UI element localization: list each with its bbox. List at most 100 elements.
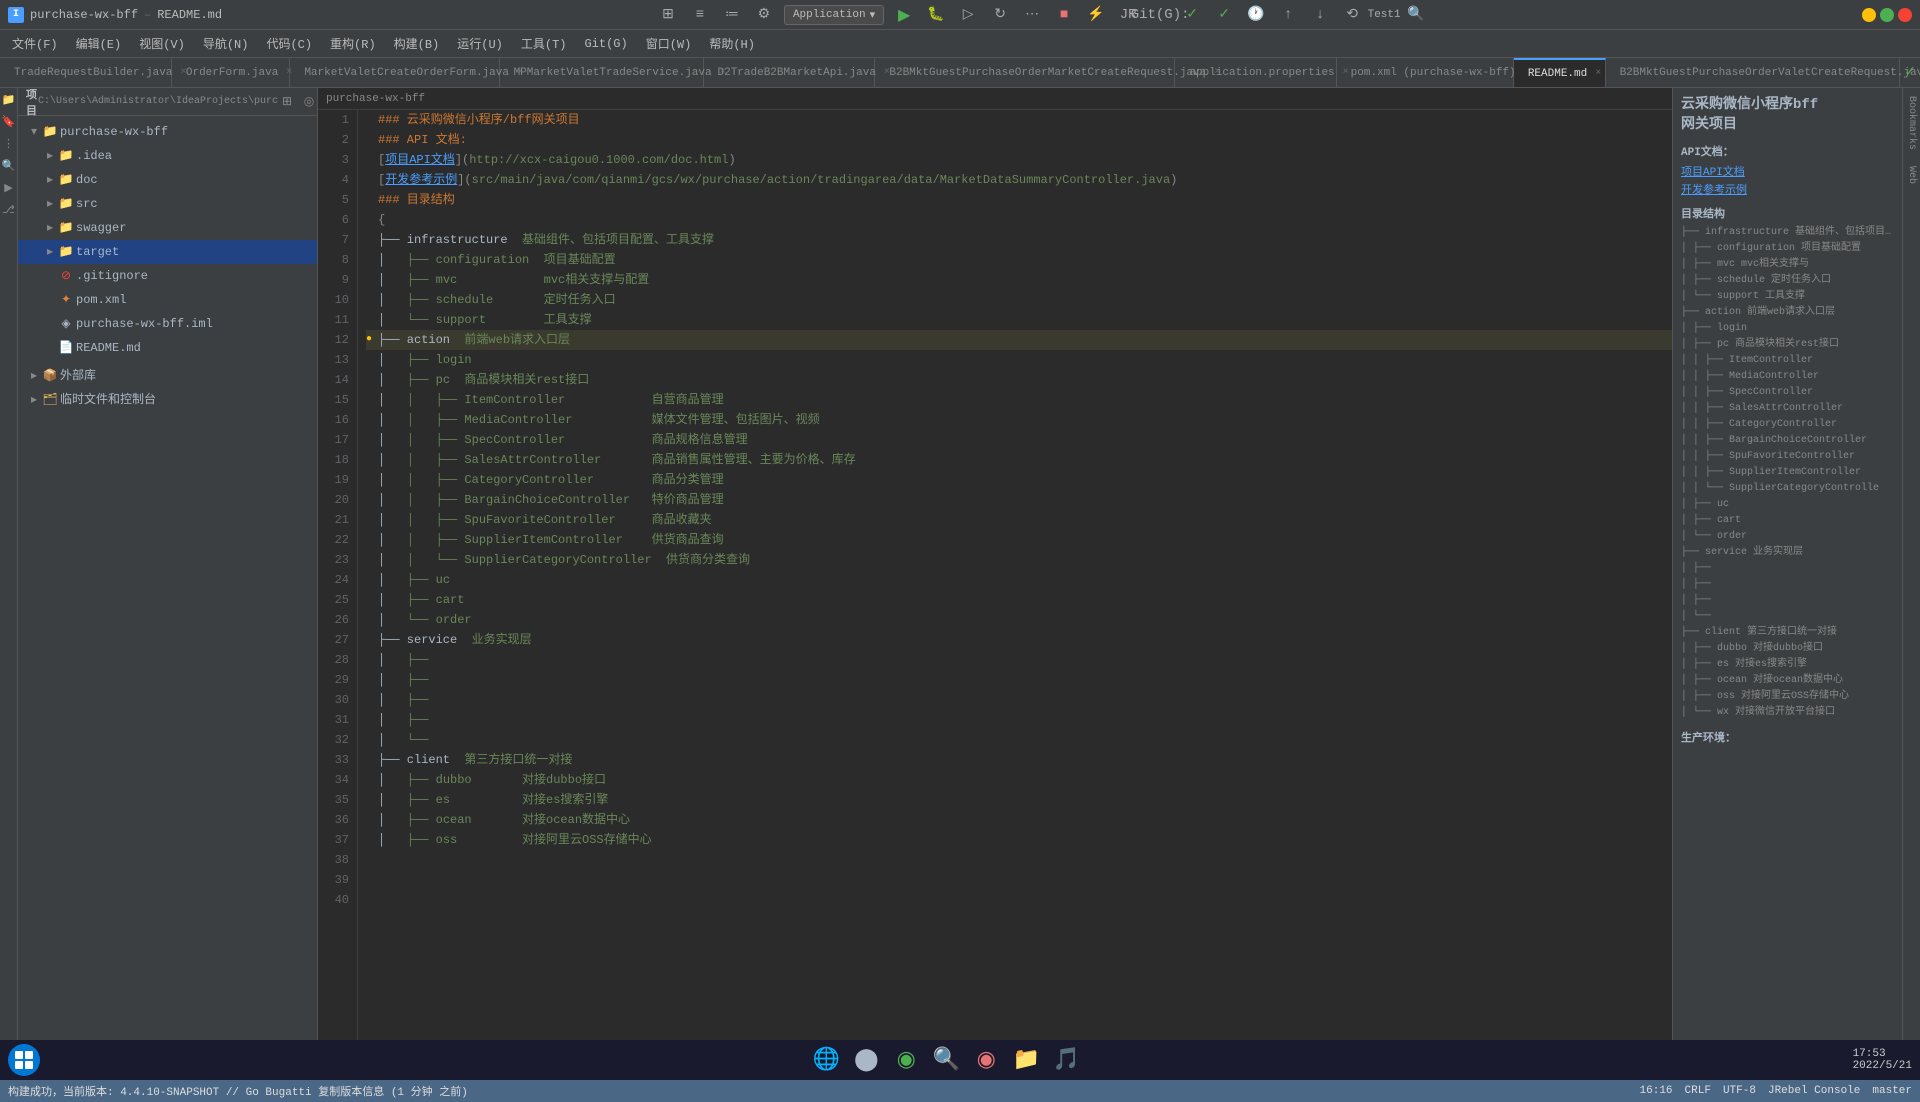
right-link-example[interactable]: 开发参考示例 — [1681, 181, 1894, 197]
right-tree-line-11: │ │ ├── SalesAttrController — [1681, 401, 1894, 417]
tree-iml[interactable]: ▸ ◈ purchase-wx-bff.iml — [18, 312, 317, 336]
sidebar-icon-bookmark[interactable]: 🔖 — [1, 114, 17, 130]
run-with-coverage[interactable]: ▷ — [956, 3, 980, 27]
sidebar-icon-structure[interactable]: ⋮ — [1, 136, 17, 152]
sidebar-icon-git[interactable]: ⎇ — [1, 202, 17, 218]
right-link-api[interactable]: 项目API文档 — [1681, 163, 1894, 179]
tree-label-readme: README.md — [76, 338, 317, 358]
tree-label-root: purchase-wx-bff — [60, 122, 317, 142]
tree-gitignore[interactable]: ▸ ⊘ .gitignore — [18, 264, 317, 288]
code-text-34: │ ├── — [378, 710, 428, 730]
right-tree-line-18: │ ├── cart — [1681, 513, 1894, 529]
tab-label-traderequest: TradeRequestBuilder.java — [14, 67, 172, 79]
code-content[interactable]: ### 云采购微信小程序/bff网关项目### API 文档:[项目API文档]… — [358, 110, 1672, 1050]
tree-pomxml[interactable]: ▸ ✦ pom.xml — [18, 288, 317, 312]
menu-edit[interactable]: 编辑(E) — [68, 31, 130, 56]
menu-code[interactable]: 代码(C) — [258, 31, 320, 56]
vtab-bookmarks[interactable]: Bookmarks — [1904, 88, 1919, 158]
toolbar-icon-1[interactable]: ⊞ — [656, 3, 680, 27]
debug-button[interactable]: 🐛 — [924, 3, 948, 27]
close-button[interactable] — [1898, 8, 1912, 22]
taskbar-app-red[interactable]: ◉ — [968, 1042, 1004, 1078]
menu-run[interactable]: 运行(U) — [449, 31, 511, 56]
sidebar-icon-run[interactable]: ▶ — [1, 180, 17, 196]
tab-readme[interactable]: README.md × — [1514, 58, 1606, 87]
code-text-14: │ └── support 工具支撑 — [378, 310, 592, 330]
git-action1[interactable]: ↑ — [1276, 3, 1300, 27]
code-line-23: │ │ ├── BargainChoiceController 特价商品管理 — [366, 490, 1672, 510]
toolbar-attach[interactable]: ⚡ — [1084, 3, 1108, 27]
menu-view[interactable]: 视图(V) — [131, 31, 193, 56]
toolbar-icon-4[interactable]: ⚙ — [752, 3, 776, 27]
code-text-3: ### API 文档: — [378, 130, 467, 150]
minimize-button[interactable] — [1862, 8, 1876, 22]
toolbar-stop[interactable]: ■ — [1052, 3, 1076, 27]
maximize-button[interactable] — [1880, 8, 1894, 22]
tab-d2trade[interactable]: D2TradeB2BMarketApi.java × — [704, 58, 876, 87]
menu-navigate[interactable]: 导航(N) — [195, 31, 257, 56]
toolbar-icon-3[interactable]: ≔ — [720, 3, 744, 27]
tab-mpmarket[interactable]: MPMarketValetTradeService.java × — [500, 58, 704, 87]
menu-tools[interactable]: 工具(T) — [513, 31, 575, 56]
windows-start-button[interactable] — [8, 1044, 40, 1076]
taskbar-app-chrome[interactable]: ⬤ — [848, 1042, 884, 1078]
right-tree-line-13: │ │ ├── BargainChoiceController — [1681, 433, 1894, 449]
menu-git[interactable]: Git(G) — [576, 33, 635, 55]
run-config-selector[interactable]: Application ▾ — [784, 5, 884, 25]
tab-close-readme[interactable]: × — [1595, 68, 1601, 79]
sidebar-icon-search[interactable]: 🔍 — [1, 158, 17, 174]
taskbar-app-edge[interactable]: 🌐 — [808, 1042, 844, 1078]
menu-file[interactable]: 文件(F) — [4, 31, 66, 56]
tree-idea[interactable]: ▸ 📁 .idea — [18, 144, 317, 168]
vtab-plugins[interactable]: Web — [1904, 158, 1919, 192]
tree-doc[interactable]: ▸ 📁 doc — [18, 168, 317, 192]
search-everywhere[interactable]: 🔍 — [1404, 3, 1428, 27]
link-text-5[interactable]: 开发参考示例 — [385, 173, 457, 187]
date-display: 2022/5/21 — [1853, 1060, 1912, 1072]
taskbar-app-green[interactable]: ◉ — [888, 1042, 924, 1078]
panel-action-locate[interactable]: ◎ — [300, 93, 318, 111]
menu-build[interactable]: 构建(B) — [386, 31, 448, 56]
toolbar-refresh[interactable]: ↻ — [988, 3, 1012, 27]
tab-label-d2trade: D2TradeB2BMarketApi.java — [718, 67, 876, 79]
taskbar-app-search[interactable]: 🔍 — [928, 1042, 964, 1078]
tree-target[interactable]: ▸ 📁 target — [18, 240, 317, 264]
windows-logo — [15, 1051, 33, 1069]
toolbar-icon-2[interactable]: ≡ — [688, 3, 712, 27]
menu-window[interactable]: 窗口(W) — [638, 31, 700, 56]
link-text-4[interactable]: 项目API文档 — [385, 153, 455, 167]
code-text-18: │ │ ├── ItemController 自营商品管理 — [378, 390, 724, 410]
tree-swagger[interactable]: ▸ 📁 swagger — [18, 216, 317, 240]
menu-refactor[interactable]: 重构(R) — [322, 31, 384, 56]
tab-orderform[interactable]: OrderForm.java × — [172, 58, 290, 87]
git-check2[interactable]: ✓ — [1212, 3, 1236, 27]
run-button[interactable]: ▶ — [892, 3, 916, 27]
tab-marketvalet[interactable]: MarketValetCreateOrderForm.java × — [290, 58, 499, 87]
sidebar-icon-project[interactable]: 📁 — [1, 92, 17, 108]
tree-readme[interactable]: ▸ 📄 README.md — [18, 336, 317, 360]
taskbar-app-music[interactable]: 🎵 — [1048, 1042, 1084, 1078]
folder-icon-src: 📁 — [58, 194, 74, 214]
toolbar-more[interactable]: ⋯ — [1020, 3, 1044, 27]
git-action3[interactable]: ⟲ — [1340, 3, 1364, 27]
tab-traderequest[interactable]: TradeRequestBuilder.java × — [0, 58, 172, 87]
git-clock[interactable]: 🕐 — [1244, 3, 1268, 27]
menu-help[interactable]: 帮助(H) — [701, 31, 763, 56]
panel-action-collapse[interactable]: ⊞ — [278, 93, 296, 111]
taskbar-app-folder[interactable]: 📁 — [1008, 1042, 1044, 1078]
tree-external-libs[interactable]: ▸ 📦 外部库 — [18, 364, 317, 388]
git-check1[interactable]: ✓ — [1180, 3, 1204, 27]
right-tree-line-16: │ │ └── SupplierCategoryControlle — [1681, 481, 1894, 497]
tab-appprop[interactable]: application.properties × — [1175, 58, 1336, 87]
project-name: purchase-wx-bff — [30, 8, 138, 22]
code-line-34: │ ├── — [366, 710, 1672, 730]
tree-temp-files[interactable]: ▸ 🗂 临时文件和控制台 — [18, 388, 317, 412]
tree-src[interactable]: ▸ 📁 src — [18, 192, 317, 216]
tab-b2bmkt[interactable]: B2BMktGuestPurchaseOrderMarketCreateRequ… — [875, 58, 1175, 87]
test-config[interactable]: Test1 — [1372, 3, 1396, 27]
tree-root[interactable]: ▾ 📁 purchase-wx-bff — [18, 120, 317, 144]
git-action2[interactable]: ↓ — [1308, 3, 1332, 27]
git-icon[interactable]: Git(G): — [1148, 3, 1172, 27]
tab-b2bmktguest[interactable]: B2BMktGuestPurchaseOrderValetCreateReque… — [1606, 58, 1901, 87]
tab-pomxml[interactable]: pom.xml (purchase-wx-bff) × — [1337, 58, 1514, 87]
